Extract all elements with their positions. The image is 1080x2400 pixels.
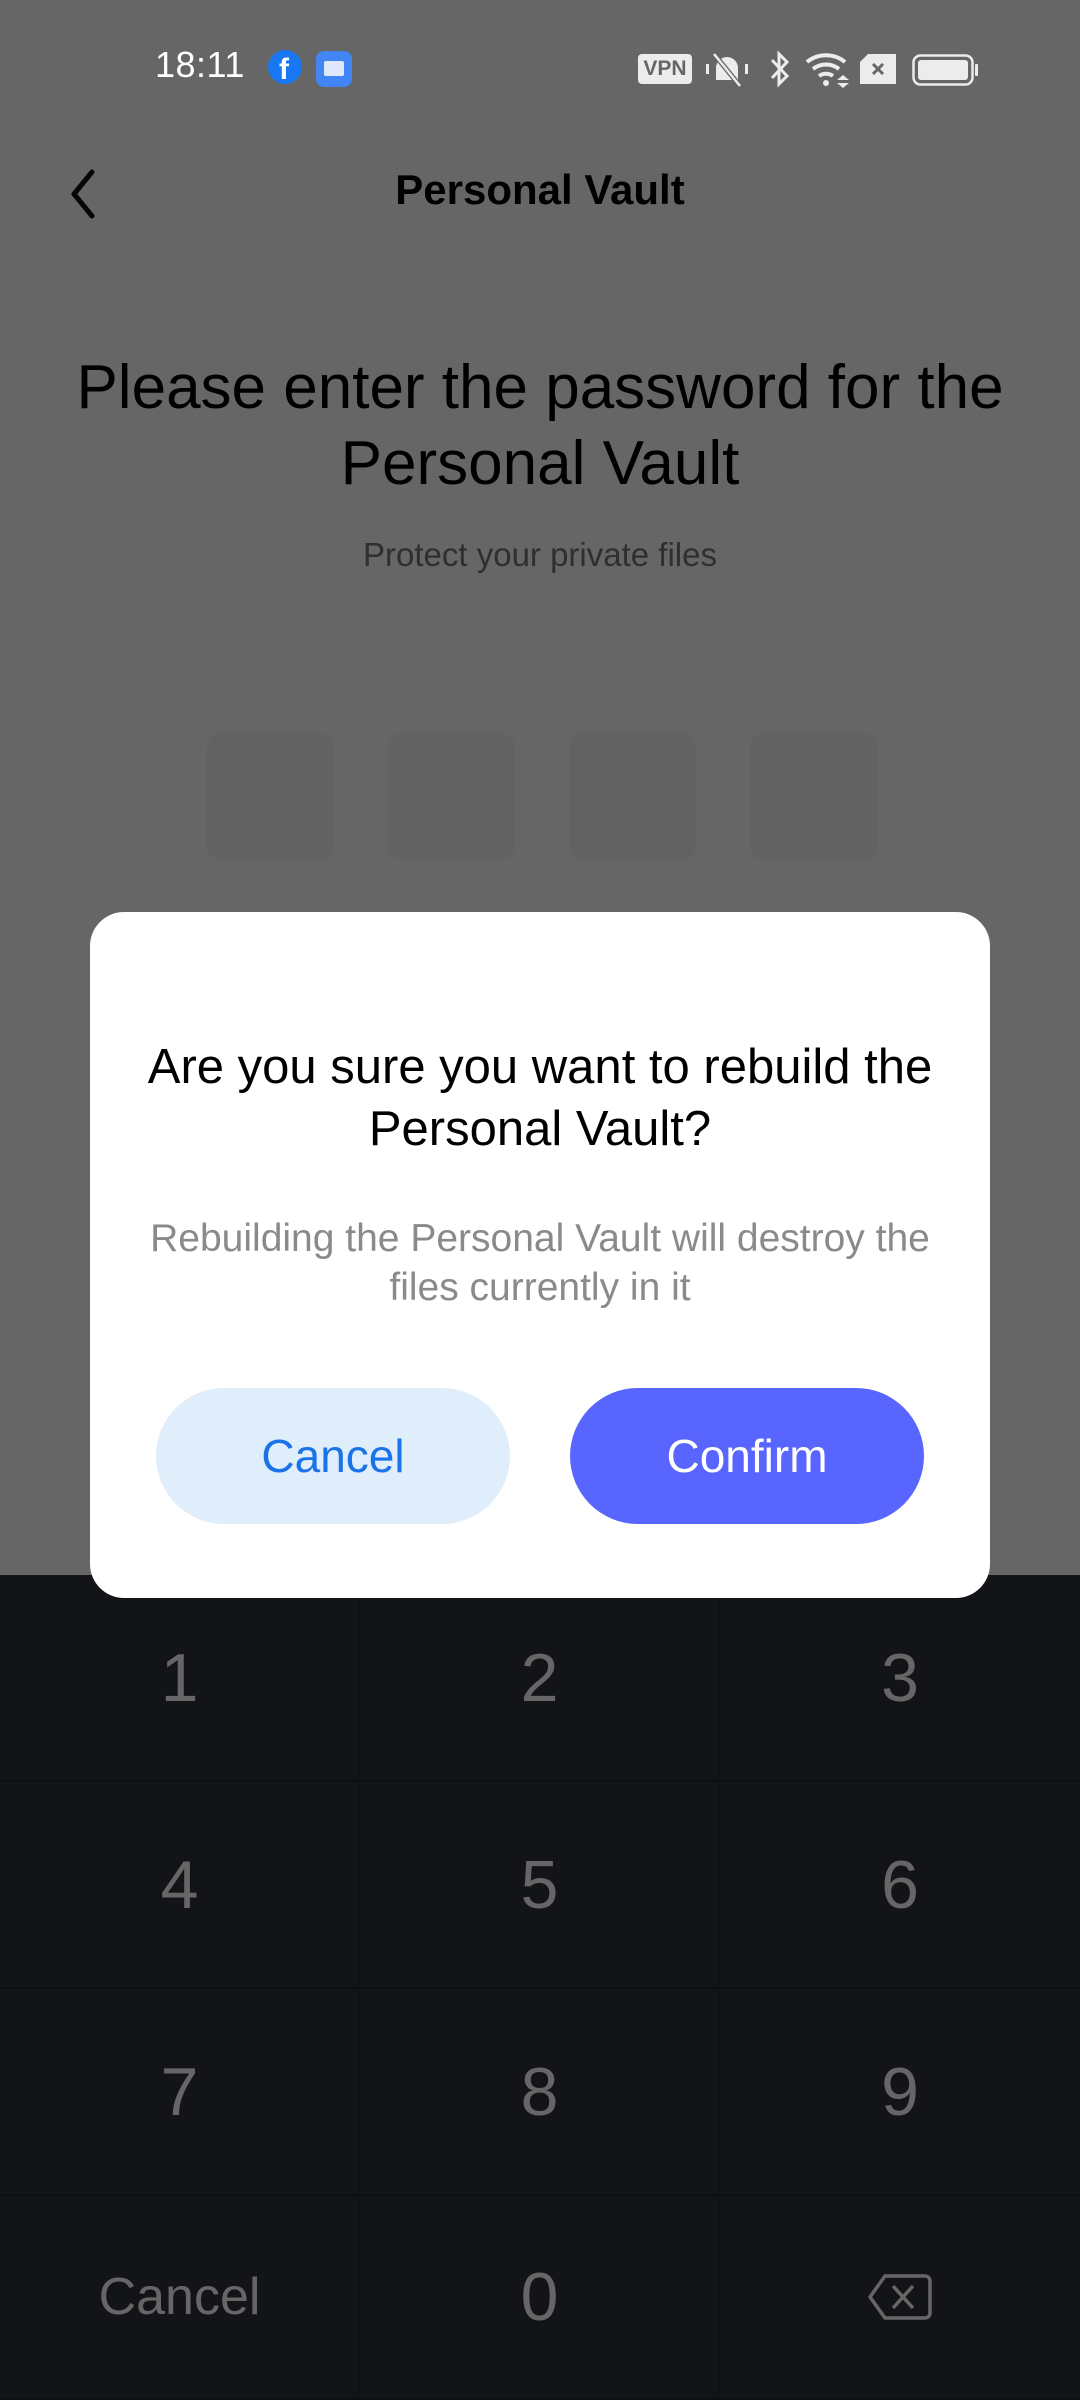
- pin-digit-box: [207, 733, 334, 860]
- dialog-message: Rebuilding the Personal Vault will destr…: [150, 1217, 930, 1309]
- backspace-icon: [868, 2274, 932, 2320]
- status-bar: 18:11 f VPN: [0, 0, 1080, 136]
- silent-mode-icon: [706, 52, 748, 88]
- pin-digit-box: [569, 733, 696, 860]
- key-2[interactable]: 2: [360, 1575, 720, 1782]
- screen: Personal Vault Please enter the password…: [0, 0, 1080, 2400]
- numeric-keypad: 1 2 3 4 5 6 7 8 9 Cancel 0: [0, 1575, 1080, 2400]
- battery-icon: [912, 54, 978, 86]
- pin-digit-box: [750, 733, 877, 860]
- page-title: Personal Vault: [395, 166, 685, 213]
- key-6[interactable]: 6: [720, 1782, 1080, 1989]
- key-4[interactable]: 4: [0, 1782, 360, 1989]
- facebook-icon: f: [268, 50, 302, 84]
- password-prompt-title: Please enter the password for the Person…: [76, 353, 1004, 498]
- pin-digit-box: [388, 733, 515, 860]
- wifi-icon: [805, 53, 849, 88]
- key-7[interactable]: 7: [0, 1989, 360, 2196]
- key-0[interactable]: 0: [360, 2196, 720, 2400]
- pin-input[interactable]: [207, 733, 877, 860]
- dialog-title: Are you sure you want to rebuild the Per…: [147, 1040, 933, 1156]
- vpn-icon: VPN: [638, 54, 692, 84]
- delete-button[interactable]: [720, 2196, 1080, 2400]
- key-9[interactable]: 9: [720, 1989, 1080, 2196]
- bluetooth-icon: [770, 50, 790, 88]
- dialog-cancel-button[interactable]: Cancel: [156, 1388, 510, 1524]
- key-3[interactable]: 3: [720, 1575, 1080, 1782]
- rebuild-vault-dialog: Are you sure you want to rebuild the Per…: [90, 912, 990, 1598]
- dialog-confirm-button[interactable]: Confirm: [570, 1388, 924, 1524]
- key-8[interactable]: 8: [360, 1989, 720, 2196]
- no-sim-icon: [860, 54, 896, 84]
- keypad-cancel-button[interactable]: Cancel: [0, 2196, 360, 2400]
- status-time: 18:11: [155, 44, 245, 85]
- key-1[interactable]: 1: [0, 1575, 360, 1782]
- password-prompt-subtitle: Protect your private files: [363, 536, 717, 573]
- mail-icon: [316, 51, 352, 87]
- key-5[interactable]: 5: [360, 1782, 720, 1989]
